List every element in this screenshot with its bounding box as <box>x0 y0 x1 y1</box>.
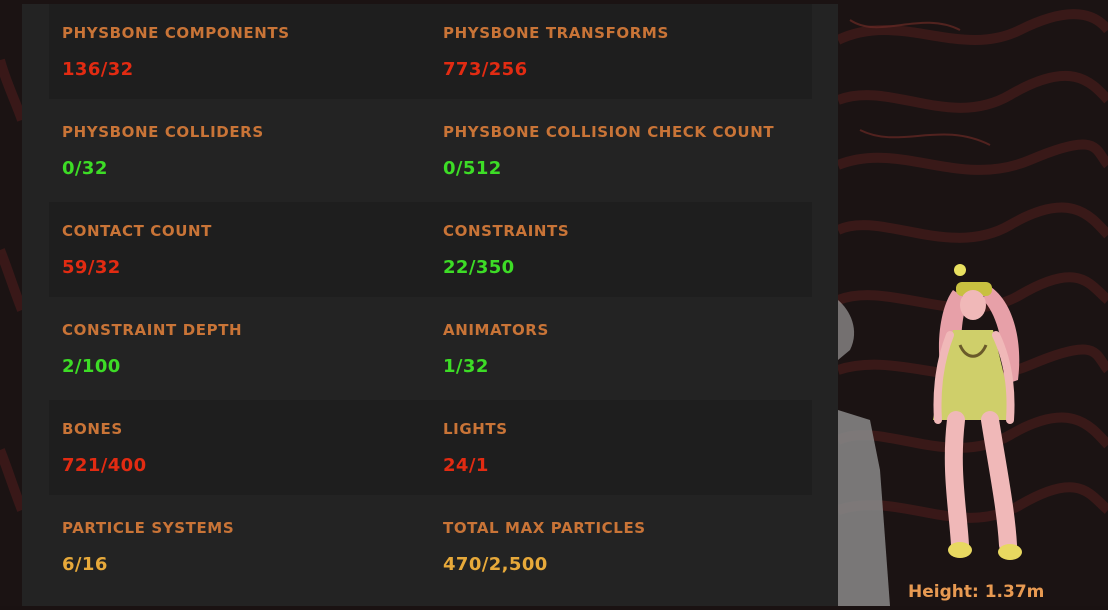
stat-value: 24/1 <box>443 455 489 476</box>
stat-value: 22/350 <box>443 257 515 278</box>
stat-value: 721/400 <box>62 455 147 476</box>
stat-value: 470/2,500 <box>443 554 548 575</box>
stats-row-6: PARTICLE SYSTEMS 6/16 TOTAL MAX PARTICLE… <box>49 499 812 594</box>
stat-value: 0/512 <box>443 158 502 179</box>
stat-value: 136/32 <box>62 59 134 80</box>
stat-label: PARTICLE SYSTEMS <box>62 519 235 537</box>
stat-label: PHYSBONE COMPONENTS <box>62 24 290 42</box>
stat-value: 773/256 <box>443 59 528 80</box>
stat-value: 2/100 <box>62 356 121 377</box>
avatar-preview[interactable] <box>838 0 1108 606</box>
stat-label: CONSTRAINTS <box>443 222 570 240</box>
stat-label: TOTAL MAX PARTICLES <box>443 519 646 537</box>
stats-row-1: PHYSBONE COMPONENTS 136/32 PHYSBONE TRAN… <box>49 4 812 99</box>
stat-label: LIGHTS <box>443 420 508 438</box>
stat-label: PHYSBONE COLLISION CHECK COUNT <box>443 123 775 141</box>
stats-row-4: CONSTRAINT DEPTH 2/100 ANIMATORS 1/32 <box>49 301 812 396</box>
stat-label: BONES <box>62 420 123 438</box>
stat-label: ANIMATORS <box>443 321 549 339</box>
avatar-height-label: Height: 1.37m <box>908 582 1045 602</box>
avatar-figure-icon <box>933 264 1022 560</box>
stat-value: 1/32 <box>443 356 489 377</box>
stats-row-5: BONES 721/400 LIGHTS 24/1 <box>49 400 812 495</box>
stat-label: PHYSBONE COLLIDERS <box>62 123 264 141</box>
stats-row-2: PHYSBONE COLLIDERS 0/32 PHYSBONE COLLISI… <box>49 103 812 198</box>
stat-value: 6/16 <box>62 554 108 575</box>
stat-value: 0/32 <box>62 158 108 179</box>
performance-stats-panel: PHYSBONE COMPONENTS 136/32 PHYSBONE TRAN… <box>22 4 838 606</box>
stat-label: PHYSBONE TRANSFORMS <box>443 24 669 42</box>
stat-label: CONTACT COUNT <box>62 222 212 240</box>
stats-row-3: CONTACT COUNT 59/32 CONSTRAINTS 22/350 <box>49 202 812 297</box>
stat-value: 59/32 <box>62 257 121 278</box>
stat-label: CONSTRAINT DEPTH <box>62 321 243 339</box>
